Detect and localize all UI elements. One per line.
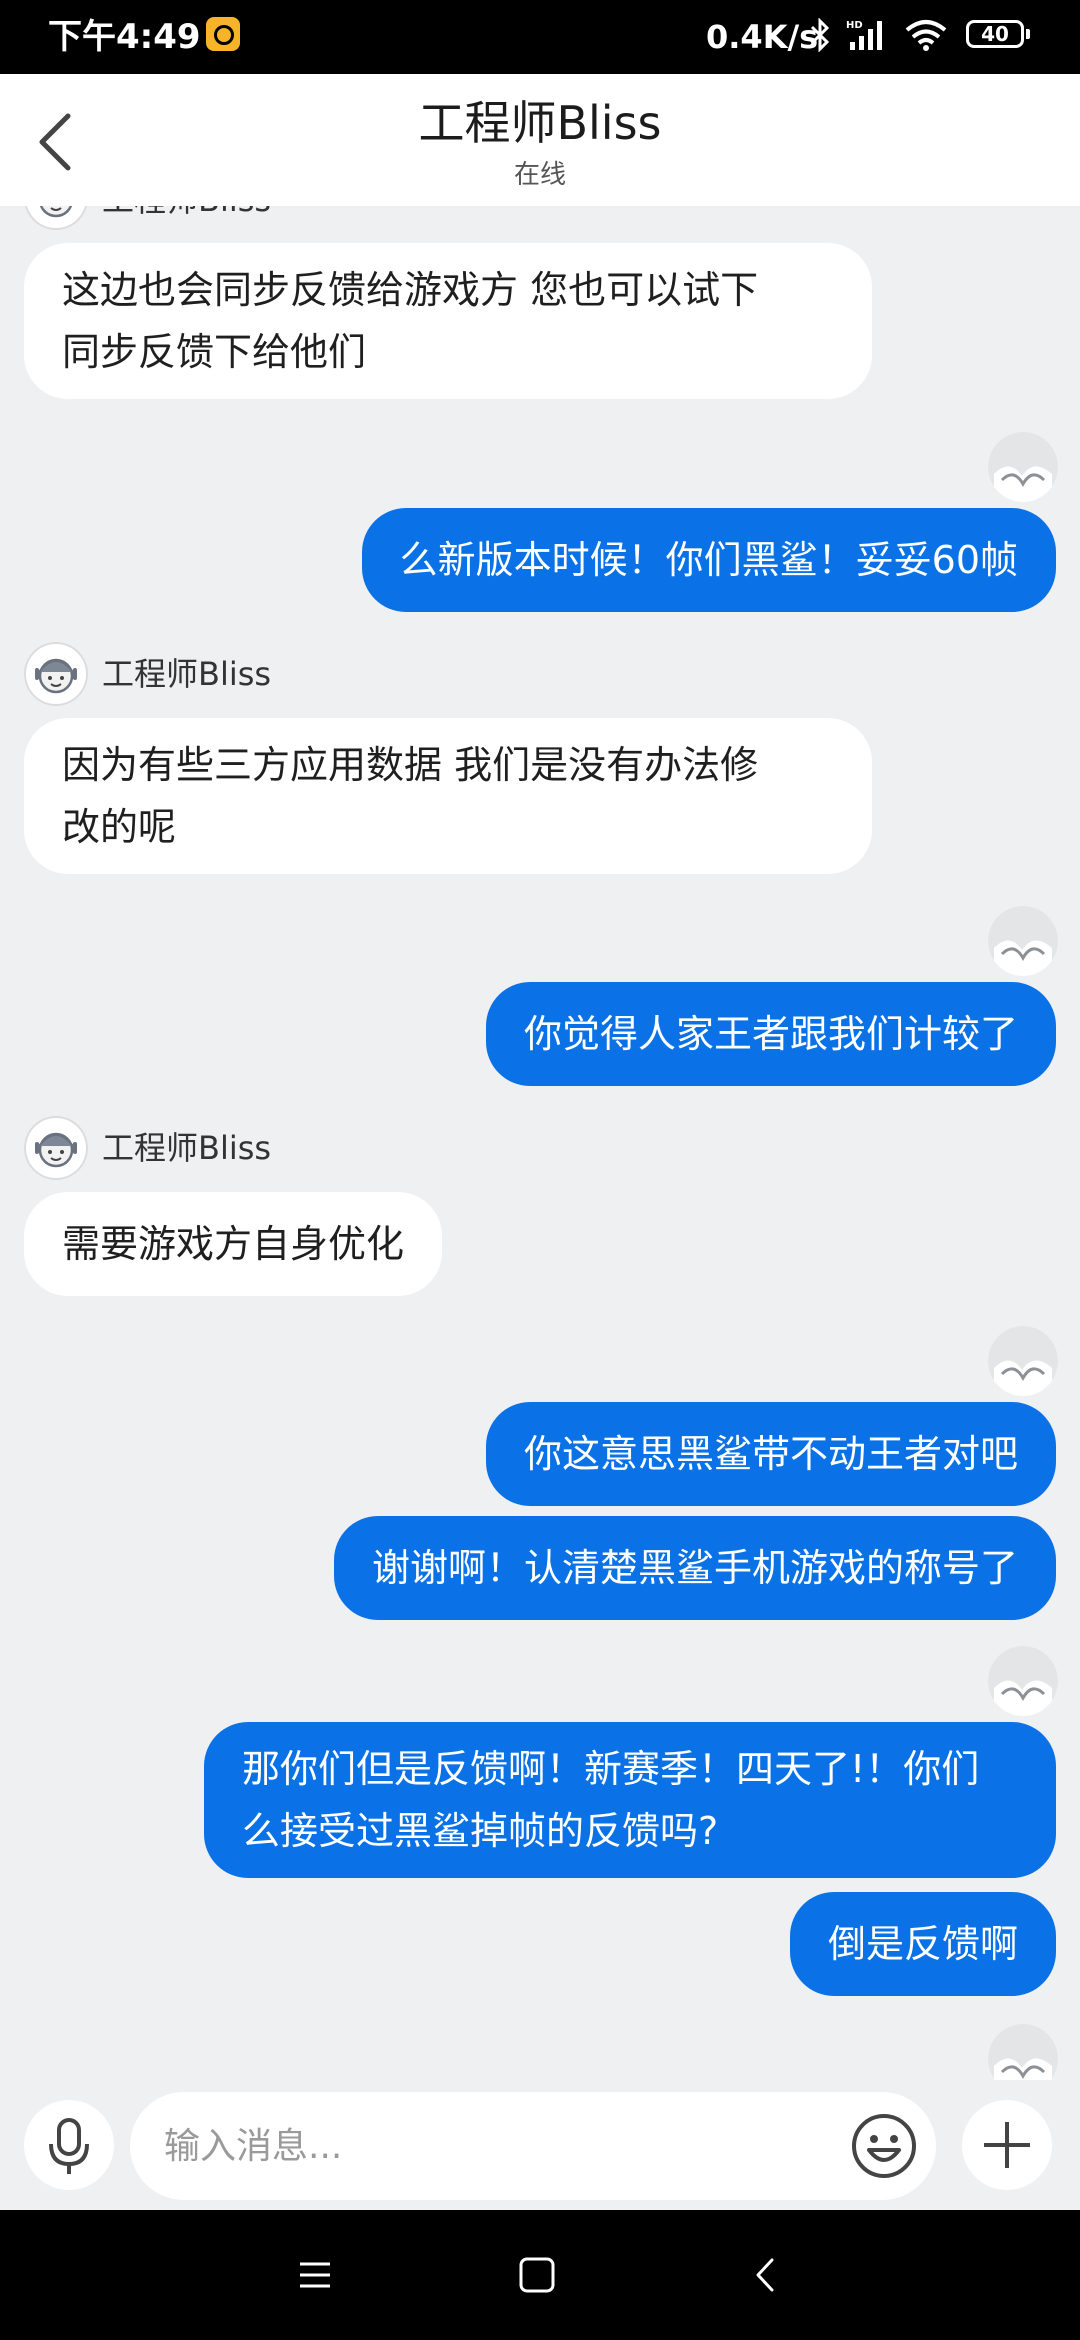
- system-navigation-bar: [0, 2210, 1080, 2340]
- message-bubble[interactable]: 这边也会同步反馈给游戏方 您也可以试下 同步反馈下给他们: [24, 243, 872, 399]
- agent-avatar-icon: [24, 642, 88, 706]
- agent-avatar-icon: [25, 206, 87, 230]
- message-bubble[interactable]: 你这意思黑鲨带不动王者对吧: [485, 1402, 1056, 1506]
- hd-signal-icon: HD: [846, 20, 882, 50]
- microphone-icon: [49, 2118, 89, 2174]
- sender-name: 工程师Bliss: [102, 655, 272, 693]
- message-text-line: 同步反馈下给他们: [62, 330, 367, 374]
- message-text-line: 改的呢: [62, 805, 177, 849]
- chat-header: 工程师Bliss 在线: [0, 74, 1080, 206]
- sender-name: 工程师Bliss: [102, 206, 271, 222]
- plus-icon: [984, 2122, 1030, 2168]
- battery-icon: 40: [966, 20, 1030, 48]
- message-bubble[interactable]: 谢谢啊！认清楚黑鲨手机游戏的称号了: [333, 1516, 1056, 1620]
- voice-button[interactable]: [24, 2100, 114, 2190]
- menu-icon[interactable]: [290, 2250, 340, 2300]
- message-text-line: 因为有些三方应用数据 我们是没有办法修: [62, 743, 759, 787]
- message-bubble[interactable]: 倒是反馈啊: [789, 1892, 1056, 1996]
- message-text-line: 那你们但是反馈啊！新赛季！四天了!！你们: [242, 1747, 980, 1791]
- bluetooth-icon: [810, 18, 830, 52]
- message-text-line: 这边也会同步反馈给游戏方 您也可以试下: [62, 268, 759, 312]
- user-avatar-icon: [988, 906, 1058, 976]
- svg-text:HD: HD: [846, 20, 863, 31]
- message-list[interactable]: 工程师Bliss 这边也会同步反馈给游戏方 您也可以试下 同步反馈下给他们 么新…: [0, 206, 1080, 2080]
- status-bar: 下午4:49 0.4K/s HD 40: [0, 0, 1080, 74]
- status-time: 下午4:49: [48, 17, 201, 57]
- more-button[interactable]: [962, 2100, 1052, 2190]
- message-bubble[interactable]: 你觉得人家王者跟我们计较了: [485, 982, 1056, 1086]
- page-title: 工程师Bliss: [418, 96, 662, 150]
- network-speed: 0.4K/s: [706, 18, 819, 56]
- message-text-line: 么接受过黑鲨掉帧的反馈吗?: [242, 1809, 719, 1853]
- user-avatar-icon: [988, 1646, 1058, 1716]
- wifi-icon: [905, 20, 947, 51]
- emoji-icon[interactable]: [850, 2112, 918, 2180]
- message-bubble[interactable]: 需要游戏方自身优化: [24, 1192, 443, 1296]
- user-avatar-icon: [988, 1326, 1058, 1396]
- message-input[interactable]: [130, 2092, 936, 2200]
- message-bubble[interactable]: 么新版本时候！你们黑鲨！妥妥60帧: [361, 508, 1056, 612]
- input-bar: [0, 2080, 1080, 2210]
- agent-avatar-icon: [24, 1116, 88, 1180]
- back-nav-icon[interactable]: [740, 2250, 790, 2300]
- battery-level: 40: [981, 22, 1009, 46]
- online-status: 在线: [513, 160, 566, 190]
- user-avatar-icon: [988, 2024, 1058, 2080]
- user-avatar-icon: [988, 432, 1058, 502]
- message-bubble[interactable]: 因为有些三方应用数据 我们是没有办法修 改的呢: [24, 718, 872, 874]
- sender-name: 工程师Bliss: [102, 1129, 272, 1167]
- message-bubble[interactable]: 那你们但是反馈啊！新赛季！四天了!！你们 么接受过黑鲨掉帧的反馈吗?: [204, 1722, 1056, 1878]
- home-icon[interactable]: [512, 2250, 562, 2300]
- app-notification-icon: [206, 17, 240, 51]
